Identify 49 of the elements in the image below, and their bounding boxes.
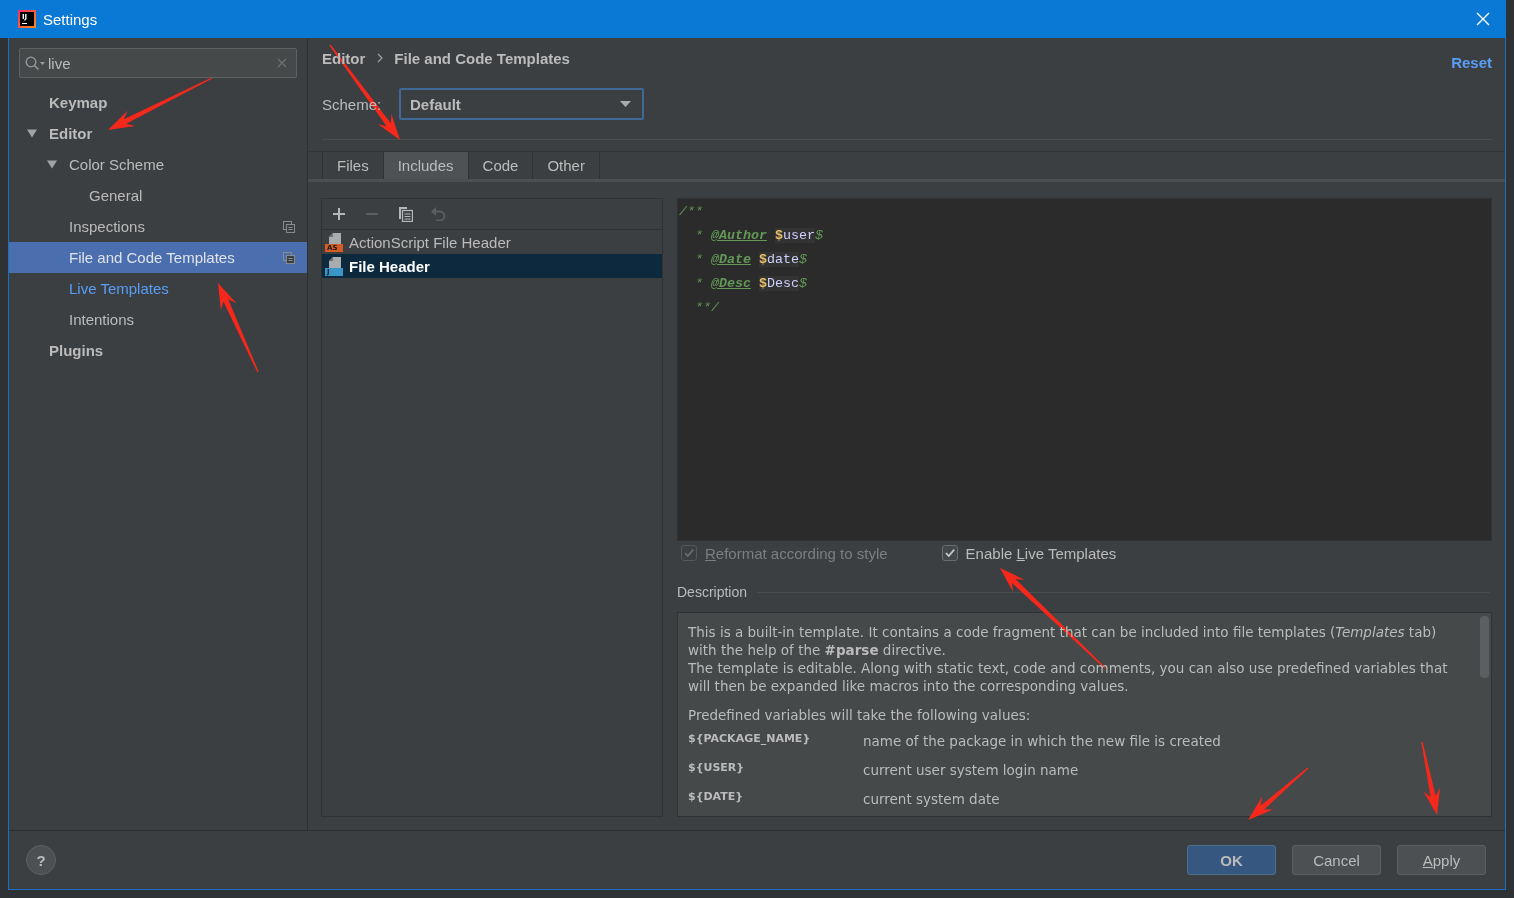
search-field[interactable]: live bbox=[19, 48, 297, 78]
tree-item[interactable]: Color Scheme bbox=[9, 149, 307, 180]
tab[interactable]: Includes bbox=[383, 152, 469, 179]
tree-item[interactable]: Editor bbox=[9, 118, 307, 149]
variable-description: current system date bbox=[863, 790, 1000, 807]
plus-icon bbox=[333, 208, 345, 220]
code-line: **/ bbox=[694, 299, 720, 317]
tree-item[interactable]: Live Templates bbox=[9, 273, 307, 304]
variable-description: current user system login name bbox=[863, 761, 1079, 778]
variable-name: ${DATE} bbox=[688, 789, 745, 803]
triangle-down-icon[interactable] bbox=[27, 129, 37, 138]
search-icon[interactable] bbox=[25, 55, 45, 71]
tree-item[interactable]: Plugins bbox=[9, 335, 307, 366]
copy-icon bbox=[397, 206, 413, 222]
tree-item[interactable]: General bbox=[9, 180, 307, 211]
tab[interactable]: Files bbox=[322, 152, 384, 179]
code-line: * @Author $user$ bbox=[694, 227, 824, 245]
window-title: Settings bbox=[43, 10, 98, 28]
dialog-button[interactable]: Cancel bbox=[1292, 845, 1381, 875]
caret-icon bbox=[620, 101, 631, 107]
triangle-down-icon[interactable] bbox=[47, 160, 57, 169]
annotation-arrow bbox=[1248, 767, 1309, 820]
tree-item[interactable]: Intentions bbox=[9, 304, 307, 335]
code-line: /** bbox=[679, 203, 704, 221]
chevron-right-icon bbox=[377, 53, 384, 63]
scheme-dropdown[interactable]: Default bbox=[399, 88, 644, 120]
code-line: * @Desc $Desc$ bbox=[694, 275, 808, 293]
breadcrumb-item: File and Code Templates bbox=[394, 49, 570, 67]
tab[interactable]: Code bbox=[468, 152, 534, 179]
section-title: Description bbox=[677, 584, 748, 600]
dialog-button[interactable]: Apply bbox=[1397, 845, 1486, 875]
description-text: Predefined variables will take the following values: bbox=[688, 706, 1032, 724]
tab[interactable]: Other bbox=[533, 152, 600, 179]
dialog-button[interactable]: OK bbox=[1187, 845, 1276, 875]
template-editor[interactable]: /** * @Author $user$ * @Date $date$ * @Desc $Desc$ **/ bbox=[677, 198, 1492, 541]
tree-item[interactable]: File and Code Templates bbox=[9, 242, 307, 273]
variable-name: ${USER} bbox=[688, 760, 746, 774]
reset-link[interactable]: Reset bbox=[1451, 53, 1492, 71]
tree-item[interactable]: Keymap bbox=[9, 87, 307, 118]
tree-item[interactable]: Inspections bbox=[9, 211, 307, 242]
help-button[interactable]: ? bbox=[26, 845, 56, 875]
checkbox[interactable] bbox=[941, 545, 958, 561]
description-text: The template is editable. Along with static text, code and comments, you can also use predefined variables that will then be expanded like macros into the corresponding values. bbox=[688, 659, 1448, 695]
checkbox-label[interactable]: Enable Live Templates bbox=[965, 544, 1117, 562]
minus-icon bbox=[366, 213, 378, 215]
undo-arrow-icon bbox=[430, 207, 446, 221]
code-line: * @Date $date$ bbox=[694, 251, 808, 269]
variable-description: name of the package in which the new file is created bbox=[863, 732, 1221, 749]
variable-name: ${PACKAGE_NAME} bbox=[688, 731, 812, 745]
